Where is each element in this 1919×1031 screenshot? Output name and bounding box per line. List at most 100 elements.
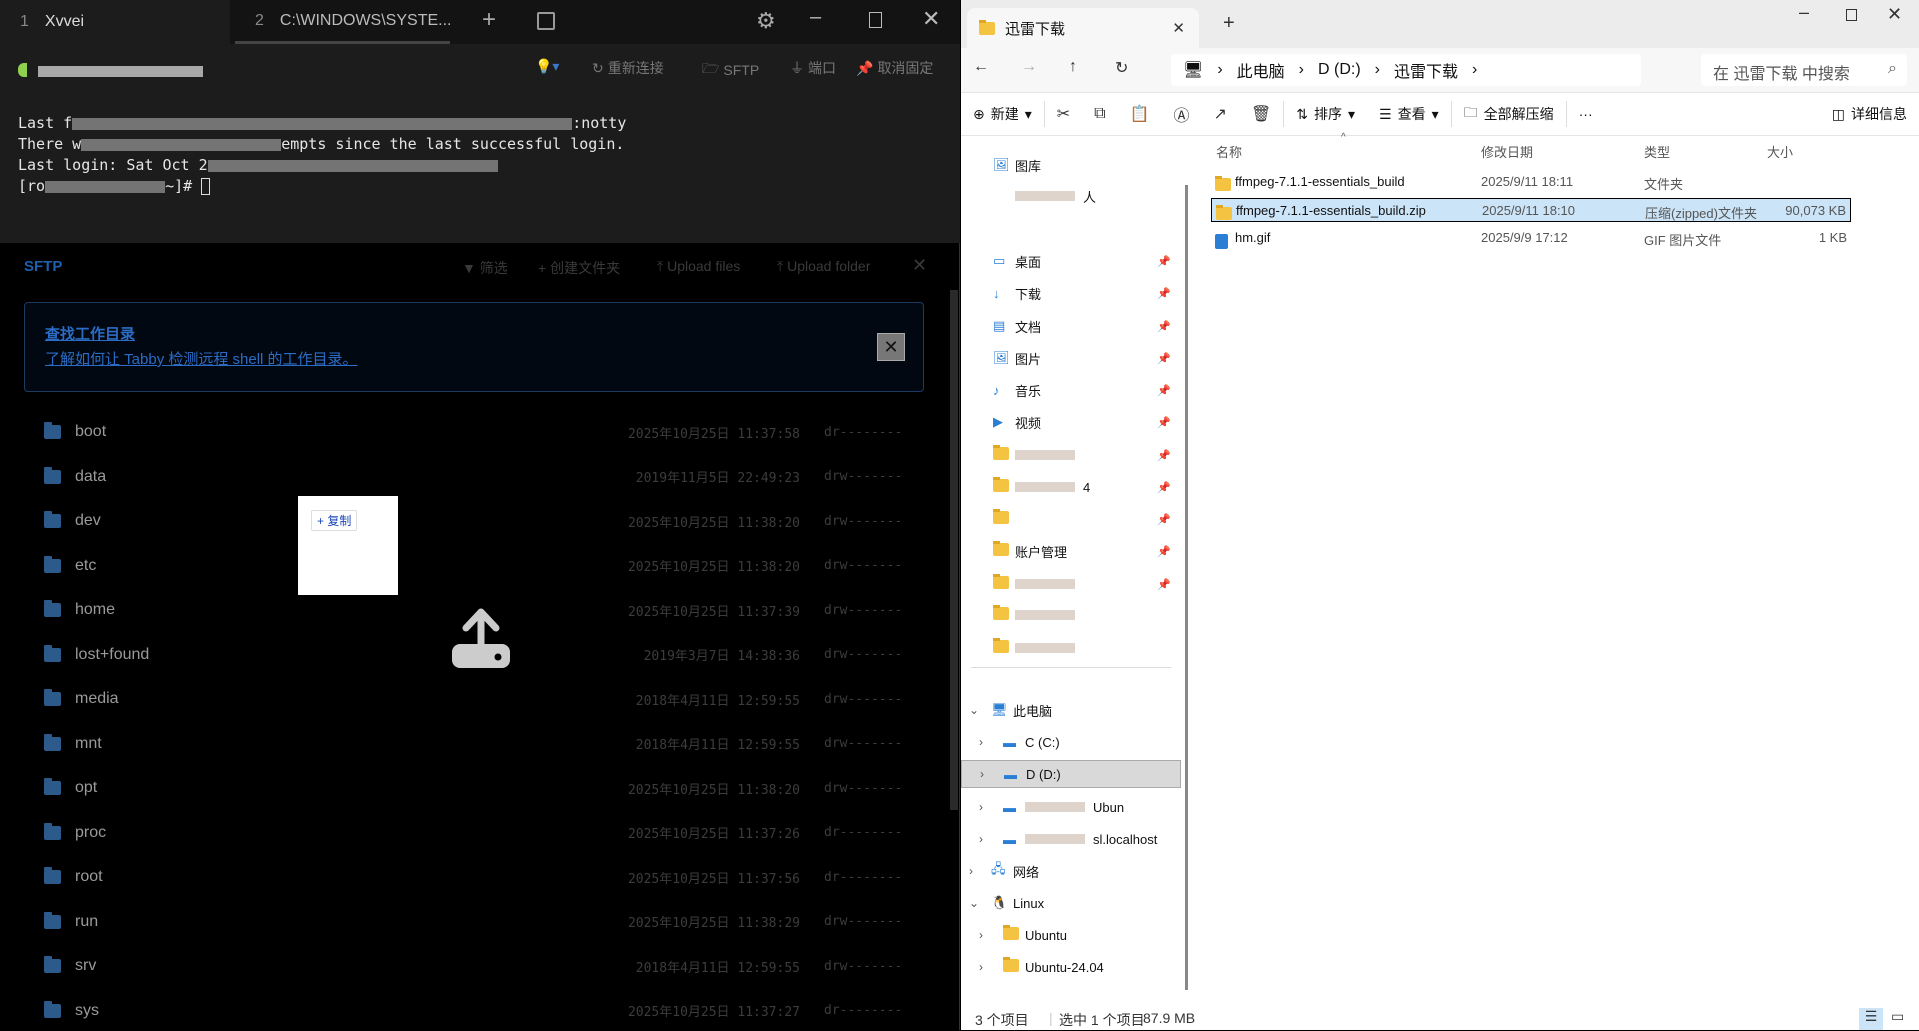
nav-item[interactable] — [961, 634, 1181, 662]
nav-item[interactable]: › Ubuntu-24.04 — [961, 953, 1181, 981]
minimize-icon[interactable]: – — [1799, 2, 1809, 23]
nav-item[interactable]: ▤ 文档 📌 — [961, 312, 1181, 340]
share-icon[interactable]: ↗ — [1202, 104, 1239, 124]
delete-icon[interactable]: 🗑 — [1239, 104, 1283, 124]
sftp-file-row[interactable]: proc 2025年10月25日 11:37:26 dr-------- — [24, 813, 924, 853]
sftp-file-row[interactable]: data 2019年11月5日 22:49:23 drw------- — [24, 457, 924, 497]
hint-icon[interactable]: 💡▾ — [535, 58, 559, 75]
info-help-link[interactable]: 了解如何让 Tabby 检测远程 shell 的工作目录。 — [45, 348, 358, 369]
nav-item[interactable]: 🖼 图片 📌 — [961, 344, 1181, 372]
forward-icon[interactable]: → — [1021, 58, 1037, 76]
sftp-file-row[interactable]: dev 2025年10月25日 11:38:20 drw------- — [24, 501, 924, 541]
terminal[interactable]: 💡▾ ↻ 重新连接 🗁 SFTP ⏚ 端口 📌 取消固定 Last f:nott… — [0, 44, 960, 243]
create-folder-button[interactable]: + 创建文件夹 — [538, 258, 620, 278]
refresh-icon[interactable]: ↻ — [1115, 58, 1128, 78]
sftp-file-row[interactable]: sys 2025年10月25日 11:37:27 dr-------- — [24, 991, 924, 1031]
unpin-button[interactable]: 📌 取消固定 — [856, 58, 933, 78]
nav-item[interactable]: ⌄ 🖥 此电脑 — [961, 696, 1181, 724]
breadcrumb-item[interactable]: 此电脑 — [1237, 58, 1285, 82]
back-icon[interactable]: ← — [973, 58, 989, 76]
nav-item[interactable]: 📌 — [961, 441, 1181, 469]
filter-button[interactable]: ▼ 筛选 — [462, 258, 508, 278]
sort-button[interactable]: ⇅ 排序 ▾ — [1284, 104, 1367, 124]
nav-item[interactable]: › ▬ Ubun — [961, 793, 1181, 821]
nav-scrollbar[interactable] — [1185, 185, 1188, 990]
nav-item[interactable]: 🖼 图库 — [961, 151, 1181, 179]
details-button[interactable]: ◫ 详细信息 — [1820, 104, 1919, 124]
close-sftp-icon[interactable]: ✕ — [912, 255, 927, 276]
tiles-view-icon[interactable]: ▭ — [1891, 1008, 1904, 1025]
nav-item[interactable]: 账户管理 📌 — [961, 537, 1181, 565]
nav-item[interactable]: ♪ 音乐 📌 — [961, 376, 1181, 404]
explorer-tab[interactable]: 迅雷下载 ✕ — [967, 8, 1199, 48]
info-title-link[interactable]: 查找工作目录 — [45, 323, 135, 344]
up-icon[interactable]: ↑ — [1069, 58, 1077, 76]
nav-item[interactable]: ↓ 下载 📌 — [961, 279, 1181, 307]
cut-icon[interactable]: ✂ — [1045, 104, 1082, 124]
sftp-file-row[interactable]: mnt 2018年4月11日 12:59:55 drw------- — [24, 724, 924, 764]
nav-item[interactable]: 4 📌 — [961, 473, 1181, 501]
chevron-right-icon[interactable]: › — [979, 928, 983, 942]
sftp-file-row[interactable]: opt 2025年10月25日 11:38:20 drw------- — [24, 768, 924, 808]
column-date[interactable]: 修改日期 — [1481, 142, 1533, 161]
maximize-icon[interactable] — [1846, 9, 1857, 21]
sftp-file-row[interactable]: srv 2018年4月11日 12:59:55 drw------- — [24, 946, 924, 986]
chevron-right-icon[interactable]: › — [979, 832, 983, 846]
file-row[interactable]: hm.gif 2025/9/9 17:12 GIF 图片文件 1 KB — [1211, 226, 1851, 250]
upload-files-button[interactable]: ⤒ Upload files — [657, 258, 740, 275]
column-type[interactable]: 类型 — [1644, 142, 1670, 161]
nav-item[interactable]: 人 — [961, 182, 1181, 210]
details-view-icon[interactable]: ☰ — [1859, 1008, 1883, 1030]
settings-gear-icon[interactable]: ⚙ — [756, 8, 776, 34]
ports-button[interactable]: ⏚ 端口 — [790, 58, 836, 78]
nav-item[interactable]: ▶ 视频 📌 — [961, 408, 1181, 436]
sftp-file-row[interactable]: run 2025年10月25日 11:38:29 drw------- — [24, 902, 924, 942]
sftp-file-row[interactable]: media 2018年4月11日 12:59:55 drw------- — [24, 679, 924, 719]
new-tab-icon[interactable]: + — [1223, 12, 1235, 35]
sftp-file-row[interactable]: boot 2025年10月25日 11:37:58 dr-------- — [24, 412, 924, 452]
nav-item[interactable]: 📌 — [961, 505, 1181, 533]
file-row[interactable]: ffmpeg-7.1.1-essentials_build.zip 2025/9/… — [1211, 198, 1851, 222]
copy-icon[interactable]: ⧉ — [1082, 105, 1117, 123]
breadcrumb[interactable]: 🖥 › 此电脑 › D (D:) › 迅雷下载 › — [1171, 54, 1641, 86]
column-size[interactable]: 大小 — [1767, 142, 1793, 161]
search-input[interactable]: 在 迅雷下载 中搜索 ⌕ — [1701, 54, 1907, 86]
maximize-icon[interactable] — [869, 12, 882, 28]
chevron-right-icon[interactable]: › — [979, 735, 983, 749]
column-name[interactable]: 名称 — [1216, 142, 1242, 161]
nav-item[interactable]: ▭ 桌面 📌 — [961, 247, 1181, 275]
close-icon[interactable]: ✕ — [922, 6, 940, 32]
breadcrumb-item[interactable]: D (D:) — [1318, 61, 1361, 79]
tab-2[interactable]: 2 C:\WINDOWS\SYSTE... — [235, 0, 451, 44]
reconnect-button[interactable]: ↻ 重新连接 — [592, 58, 664, 78]
close-tab-icon[interactable]: ✕ — [1172, 19, 1185, 37]
sftp-button[interactable]: 🗁 SFTP — [702, 58, 759, 82]
nav-item[interactable]: ⌄ 🐧 Linux — [961, 889, 1181, 917]
extract-all-button[interactable]: 🗀 全部解压缩 — [1452, 102, 1566, 126]
paste-icon[interactable]: 📋 — [1118, 104, 1162, 124]
chevron-down-icon[interactable]: ⌄ — [969, 896, 979, 910]
copy-button[interactable]: + 复制 — [311, 510, 358, 531]
minimize-icon[interactable]: – — [810, 6, 821, 29]
chevron-right-icon[interactable]: › — [980, 767, 984, 781]
file-row[interactable]: ffmpeg-7.1.1-essentials_build 2025/9/11 1… — [1211, 170, 1851, 194]
breadcrumb-item[interactable]: 迅雷下载 — [1394, 58, 1458, 82]
chevron-right-icon[interactable]: › — [969, 864, 973, 878]
chevron-down-icon[interactable]: ⌄ — [969, 703, 979, 717]
view-button[interactable]: ☰ 查看 ▾ — [1367, 104, 1451, 124]
nav-item[interactable]: › ▬ C (C:) — [961, 728, 1181, 756]
nav-item[interactable]: › 🖧 网络 — [961, 857, 1181, 885]
close-icon[interactable]: ✕ — [1887, 4, 1902, 25]
nav-item[interactable]: › Ubuntu — [961, 921, 1181, 949]
nav-item[interactable]: › ▬ D (D:) — [961, 760, 1181, 788]
tab-1[interactable]: 1 Xvvei — [0, 0, 230, 44]
chevron-right-icon[interactable]: › — [979, 800, 983, 814]
nav-item[interactable] — [961, 601, 1181, 629]
chevron-right-icon[interactable]: › — [979, 960, 983, 974]
upload-folder-button[interactable]: ⤒ Upload folder — [777, 258, 870, 275]
new-button[interactable]: ⊕ 新建 ▾ — [961, 104, 1044, 124]
nav-item[interactable]: 📌 — [961, 570, 1181, 598]
new-tab-icon[interactable]: + — [482, 6, 496, 34]
layout-icon[interactable] — [537, 12, 555, 30]
nav-item[interactable]: › ▬ sl.localhost — [961, 825, 1181, 853]
